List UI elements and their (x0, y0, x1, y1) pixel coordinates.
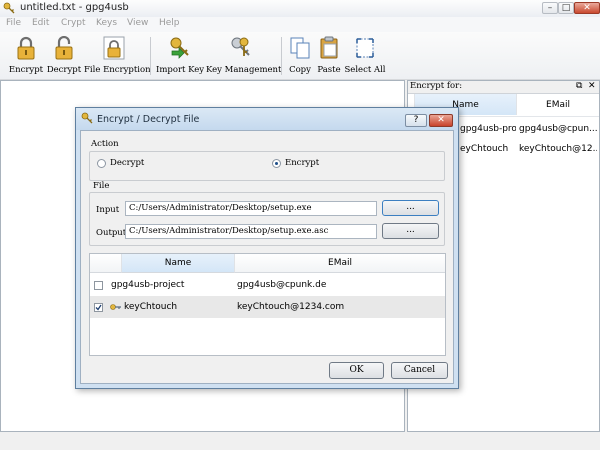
maximize-button[interactable]: □ (558, 2, 574, 14)
email-column-header[interactable]: EMail (235, 254, 445, 273)
select-all-icon (356, 38, 374, 58)
key-management-button[interactable]: Key Management (206, 34, 282, 77)
checkbox-column-header (90, 254, 122, 273)
dialog-close-button[interactable]: ✕ (429, 114, 453, 127)
input-browse-button[interactable]: ... (382, 200, 439, 216)
cancel-button[interactable]: Cancel (391, 362, 448, 379)
row-checkbox[interactable] (94, 303, 103, 312)
menu-file[interactable]: File (6, 18, 21, 28)
output-browse-button[interactable]: ... (382, 223, 439, 239)
key-name-cell: keyChtouch (124, 302, 178, 312)
key-import-icon (170, 37, 189, 59)
copy-label: Copy (289, 65, 311, 75)
minimize-button[interactable]: – (542, 2, 558, 14)
input-label: Input (96, 205, 120, 215)
key-email-cell: gpg4usb@cpun... (519, 124, 597, 134)
select-all-label: Select All (344, 65, 386, 75)
toolbar: Encrypt Decrypt File Encryption Import K… (0, 32, 600, 80)
menu-help[interactable]: Help (159, 18, 180, 28)
encrypt-for-panel-header: Encrypt for: ⧉ ✕ (408, 81, 599, 94)
toolbar-separator (150, 37, 151, 75)
close-window-button[interactable]: ✕ (574, 2, 600, 14)
menu-bar: File Edit Crypt Keys View Help (0, 17, 600, 32)
action-group-label: Action (91, 139, 119, 149)
menu-keys[interactable]: Keys (96, 18, 117, 28)
app-key-icon (81, 112, 93, 124)
dialog-help-button[interactable]: ? (405, 114, 427, 127)
ok-button[interactable]: OK (329, 362, 384, 379)
key-name-cell: gpg4usb-project (111, 280, 185, 290)
lock-icon (17, 36, 35, 60)
status-bar (0, 433, 600, 450)
decrypt-label: Decrypt (46, 65, 82, 75)
window-titlebar: untitled.txt - gpg4usb – □ ✕ (0, 0, 600, 18)
encrypt-for-title: Encrypt for: (410, 81, 463, 91)
encrypt-radio[interactable] (272, 159, 281, 168)
row-checkbox[interactable] (94, 281, 103, 290)
close-panel-icon[interactable]: ✕ (588, 81, 596, 92)
paste-icon (320, 36, 338, 59)
encrypt-button[interactable]: Encrypt (6, 34, 46, 77)
key-name-cell: eyChtouch (460, 144, 509, 154)
input-path-field[interactable]: C:/Users/Administrator/Desktop/setup.exe (125, 201, 377, 216)
unlock-icon (55, 36, 73, 60)
menu-edit[interactable]: Edit (32, 18, 49, 28)
toolbar-separator (281, 37, 282, 75)
paste-button[interactable]: Paste (316, 34, 342, 77)
select-all-button[interactable]: Select All (344, 34, 386, 77)
key-table: Name EMail gpg4usb-project gpg4usb@cpunk… (89, 253, 446, 356)
app-key-icon (3, 2, 15, 14)
encrypt-radio-label[interactable]: Encrypt (285, 158, 319, 168)
checkmark-icon (95, 304, 102, 311)
decrypt-radio[interactable] (97, 159, 106, 168)
key-email-cell: gpg4usb@cpunk.de (237, 280, 327, 290)
paste-label: Paste (317, 65, 341, 75)
encrypt-label: Encrypt (8, 65, 44, 75)
dialog-titlebar: Encrypt / Decrypt File (76, 108, 458, 130)
key-management-label: Key Management (206, 65, 282, 75)
name-column-header[interactable]: Name (122, 254, 235, 273)
file-group-label: File (93, 181, 110, 191)
email-column-header[interactable]: EMail (517, 94, 599, 115)
output-path-field[interactable]: C:/Users/Administrator/Desktop/setup.exe… (125, 224, 377, 239)
key-email-cell: keyChtouch@12... (519, 144, 597, 154)
copy-icon (290, 37, 310, 59)
key-email-cell: keyChtouch@1234.com (237, 302, 345, 312)
file-encryption-label: File Encryption (84, 65, 151, 75)
file-lock-icon (103, 36, 125, 60)
import-key-button[interactable]: Import Key (156, 34, 204, 77)
decrypt-radio-label[interactable]: Decrypt (110, 158, 144, 168)
dialog-body: Action Decrypt Encrypt File Input C:/Use… (80, 130, 454, 384)
menu-crypt[interactable]: Crypt (61, 18, 86, 28)
copy-button[interactable]: Copy (286, 34, 314, 77)
key-name-cell: gpg4usb-proj... (460, 124, 516, 134)
import-key-label: Import Key (156, 65, 205, 75)
table-row[interactable]: gpg4usb-project gpg4usb@cpunk.de (90, 274, 445, 296)
dialog-title: Encrypt / Decrypt File (97, 114, 200, 125)
window-title: untitled.txt - gpg4usb (20, 2, 129, 13)
table-row[interactable]: keyChtouch keyChtouch@1234.com (90, 296, 445, 318)
key-management-icon (231, 37, 250, 56)
encrypt-decrypt-file-dialog: Encrypt / Decrypt File ? ✕ Action Decryp… (75, 107, 459, 389)
file-encryption-button[interactable]: File Encryption (84, 34, 151, 77)
float-panel-icon[interactable]: ⧉ (576, 81, 582, 92)
key-pair-icon (110, 304, 121, 310)
output-label: Output (96, 228, 127, 238)
decrypt-button[interactable]: Decrypt (46, 34, 82, 77)
menu-view[interactable]: View (127, 18, 148, 28)
